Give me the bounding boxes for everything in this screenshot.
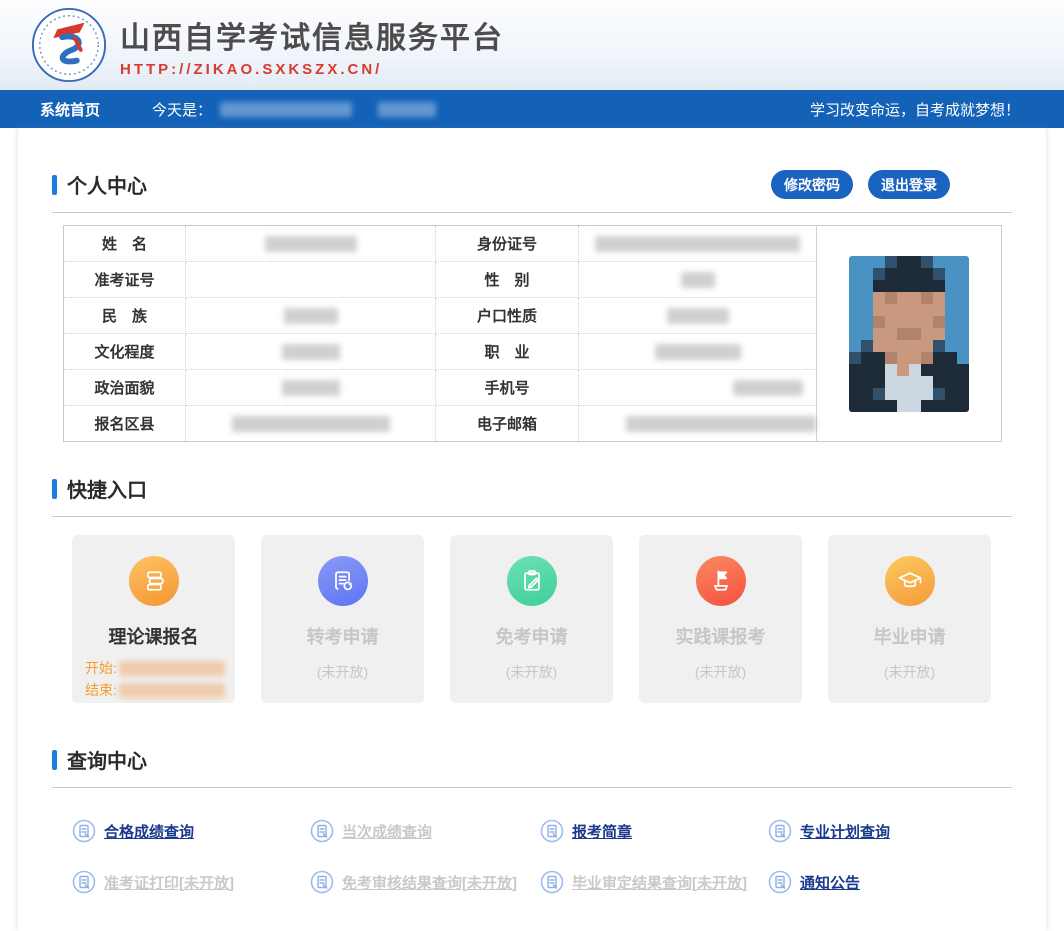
quick-entry-cards: 理论课报名 开始: 结束: 转考申请 (未开放) xyxy=(72,535,1012,703)
site-logo-icon xyxy=(30,6,108,84)
query-center-header: 查询中心 xyxy=(52,745,1012,788)
card-label: 毕业申请 xyxy=(874,623,946,649)
personal-center-title: 个人中心 xyxy=(52,170,147,199)
card-label: 免考申请 xyxy=(496,623,568,649)
card-graduation-application[interactable]: 毕业申请 (未开放) xyxy=(828,535,991,703)
field-label-gender: 性 别 xyxy=(436,262,579,298)
field-value-district xyxy=(186,406,436,442)
card-practical-registration[interactable]: 实践课报考 (未开放) xyxy=(639,535,802,703)
site-url: HTTP://ZIKAO.SXKSZX.CN/ xyxy=(120,61,504,78)
field-label-political-status: 政治面貌 xyxy=(64,370,186,406)
link-major-plan-query[interactable]: 专业计划查询 xyxy=(768,812,1012,850)
today-week-redacted xyxy=(378,102,436,117)
field-value-education xyxy=(186,334,436,370)
logout-button[interactable]: 退出登录 xyxy=(868,170,950,199)
card-date-range: 开始: 结束: xyxy=(72,657,235,701)
quick-entry-header: 快捷入口 xyxy=(52,474,1012,517)
clipboard-pencil-icon xyxy=(507,556,557,606)
top-navbar: 系统首页 今天是： 学习改变命运，自考成就梦想！ xyxy=(0,90,1064,128)
nav-today: 今天是： xyxy=(152,99,436,120)
nav-item-home[interactable]: 系统首页 xyxy=(40,99,100,120)
link-registration-guide[interactable]: 报考简章 xyxy=(540,812,768,850)
field-value-political-status xyxy=(186,370,436,406)
site-banner: 山西自学考试信息服务平台 HTTP://ZIKAO.SXKSZX.CN/ xyxy=(0,0,1064,90)
graduation-cap-icon xyxy=(885,556,935,606)
query-center-title: 查询中心 xyxy=(52,745,147,774)
field-label-admission-number: 准考证号 xyxy=(64,262,186,298)
title-accent-bar xyxy=(52,750,57,770)
card-status: (未开放) xyxy=(506,662,557,682)
field-label-id-number: 身份证号 xyxy=(436,226,579,262)
document-circle-icon xyxy=(310,870,334,894)
title-accent-bar xyxy=(52,479,57,499)
field-label-ethnicity: 民 族 xyxy=(64,298,186,334)
field-label-email: 电子邮箱 xyxy=(436,406,579,442)
field-label-education: 文化程度 xyxy=(64,334,186,370)
document-circle-icon xyxy=(540,819,564,843)
today-date-redacted xyxy=(220,102,352,117)
table-row: 姓 名 身份证号 xyxy=(64,226,1002,262)
card-theory-registration[interactable]: 理论课报名 开始: 结束: xyxy=(72,535,235,703)
field-label-district: 报名区县 xyxy=(64,406,186,442)
card-label: 转考申请 xyxy=(307,623,379,649)
document-circle-icon xyxy=(768,870,792,894)
profile-photo xyxy=(849,256,969,412)
field-value-admission-number xyxy=(186,262,436,298)
card-transfer-application[interactable]: 转考申请 (未开放) xyxy=(261,535,424,703)
card-status: (未开放) xyxy=(695,662,746,682)
flag-icon xyxy=(696,556,746,606)
query-links: 合格成绩查询 当次成绩查询 报考简章 专业计划查询 准考证打印[未开放] 免考审… xyxy=(72,812,1012,901)
today-label: 今天是： xyxy=(152,99,212,120)
field-value-ethnicity xyxy=(186,298,436,334)
card-status: (未开放) xyxy=(884,662,935,682)
personal-info-table: 姓 名 身份证号 准考证号 性 别 民 族 户口性质 文化程度 职 业 xyxy=(63,225,1002,442)
field-label-name: 姓 名 xyxy=(64,226,186,262)
document-circle-icon xyxy=(72,819,96,843)
field-value-phone xyxy=(579,370,817,406)
books-icon xyxy=(129,556,179,606)
profile-photo-cell xyxy=(817,226,1002,442)
site-title: 山西自学考试信息服务平台 xyxy=(120,13,504,57)
field-label-household-type: 户口性质 xyxy=(436,298,579,334)
link-admission-ticket-print[interactable]: 准考证打印[未开放] xyxy=(72,863,310,901)
document-circle-icon xyxy=(72,870,96,894)
document-circle-icon xyxy=(310,819,334,843)
main-content: 个人中心 修改密码 退出登录 姓 名 身份证号 准考证号 性 别 民 族 户口性… xyxy=(18,128,1046,931)
link-exemption-review-result[interactable]: 免考审核结果查询[未开放] xyxy=(310,863,540,901)
field-value-household-type xyxy=(579,298,817,334)
personal-center-header: 个人中心 修改密码 退出登录 xyxy=(52,170,1012,213)
card-label: 理论课报名 xyxy=(109,623,199,649)
document-circle-icon xyxy=(768,819,792,843)
field-label-phone: 手机号 xyxy=(436,370,579,406)
change-password-button[interactable]: 修改密码 xyxy=(771,170,853,199)
quick-entry-title: 快捷入口 xyxy=(52,474,147,503)
field-label-occupation: 职 业 xyxy=(436,334,579,370)
link-notices[interactable]: 通知公告 xyxy=(768,863,1012,901)
link-current-scores-query[interactable]: 当次成绩查询 xyxy=(310,812,540,850)
card-label: 实践课报考 xyxy=(676,623,766,649)
field-value-email xyxy=(579,406,817,442)
link-graduation-review-result[interactable]: 毕业审定结果查询[未开放] xyxy=(540,863,768,901)
transfer-doc-icon xyxy=(318,556,368,606)
field-value-gender xyxy=(579,262,817,298)
card-exemption-application[interactable]: 免考申请 (未开放) xyxy=(450,535,613,703)
nav-slogan: 学习改变命运，自考成就梦想！ xyxy=(810,99,1020,120)
field-value-id-number xyxy=(579,226,817,262)
link-passed-scores-query[interactable]: 合格成绩查询 xyxy=(72,812,310,850)
field-value-name xyxy=(186,226,436,262)
field-value-occupation xyxy=(579,334,817,370)
card-status: (未开放) xyxy=(317,662,368,682)
title-accent-bar xyxy=(52,175,57,195)
document-circle-icon xyxy=(540,870,564,894)
